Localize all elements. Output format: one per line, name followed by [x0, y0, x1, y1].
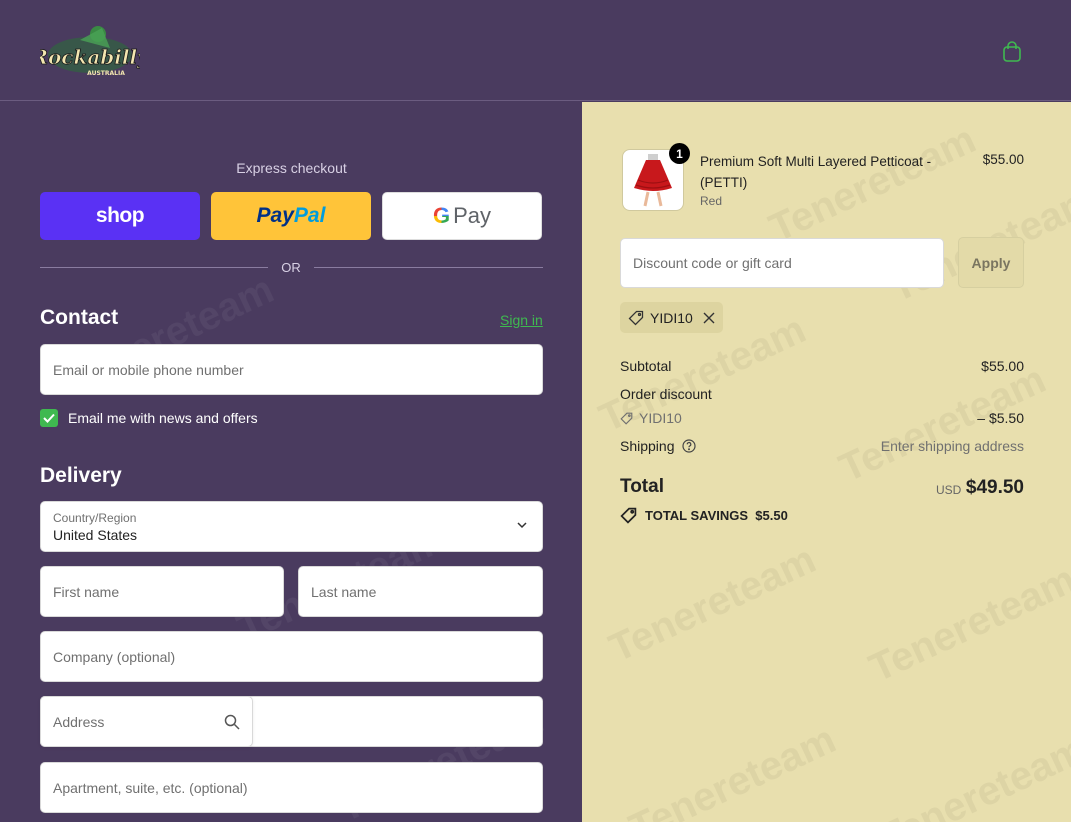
- email-placeholder: Email or mobile phone number: [53, 361, 244, 378]
- first-name-field[interactable]: First name: [40, 566, 284, 617]
- last-name-field[interactable]: Last name: [298, 566, 543, 617]
- total-label: Total: [620, 476, 664, 497]
- total-savings: TOTAL SAVINGS $5.50: [620, 507, 788, 524]
- company-placeholder: Company (optional): [53, 648, 176, 665]
- order-summary: Tenereteam Tenereteam Tenereteam Teneret…: [582, 102, 1071, 822]
- chevron-down-icon: [517, 522, 527, 529]
- contact-title: Contact: [40, 306, 119, 329]
- shipping-row: Shipping: [620, 438, 696, 454]
- shipping-label: Shipping: [620, 438, 675, 454]
- apply-button[interactable]: Apply: [958, 237, 1024, 288]
- search-icon[interactable]: [224, 714, 240, 730]
- close-icon: [703, 312, 715, 323]
- cart-button[interactable]: [998, 38, 1026, 66]
- apartment-field[interactable]: Apartment, suite, etc. (optional): [40, 762, 543, 813]
- company-field[interactable]: Company (optional): [40, 631, 543, 682]
- google-g-icon: G: [432, 203, 451, 228]
- google-pay-button[interactable]: G Pay: [382, 192, 542, 240]
- email-field[interactable]: Email or mobile phone number: [40, 344, 543, 395]
- google-pay-label: Pay: [453, 203, 492, 228]
- divider-left: [40, 267, 268, 268]
- discount-placeholder: Discount code or gift card: [633, 255, 792, 271]
- paypal-button[interactable]: Pay Pal: [211, 192, 371, 240]
- delivery-title: Delivery: [40, 464, 122, 487]
- address-autocomplete[interactable]: Address: [40, 696, 253, 747]
- checkout-form: Tenereteam Tenereteam Tenereteam Express…: [0, 102, 582, 822]
- watermark: Tenereteam: [622, 717, 843, 822]
- svg-text:Rockabilly: Rockabilly: [40, 45, 140, 69]
- newsletter-checkbox-row[interactable]: Email me with news and offers: [40, 409, 258, 427]
- shop-pay-label: shop: [95, 204, 145, 227]
- applied-code-tag: YIDI10: [620, 302, 723, 333]
- order-discount-label: Order discount: [620, 386, 712, 402]
- divider-right: [314, 267, 543, 268]
- tag-icon: [620, 412, 633, 425]
- savings-value: $5.50: [755, 508, 788, 523]
- subtotal-label: Subtotal: [620, 358, 672, 374]
- quantity-badge: 1: [669, 143, 690, 164]
- help-icon[interactable]: [681, 439, 696, 453]
- newsletter-label: Email me with news and offers: [68, 410, 258, 426]
- paypal-pay-text: Pay: [256, 204, 294, 227]
- header: Rockabilly AUSTRALIA: [0, 0, 1071, 101]
- savings-label: TOTAL SAVINGS: [645, 508, 749, 523]
- product-variant: Red: [700, 194, 723, 208]
- or-divider-text: OR: [281, 260, 301, 275]
- product-price: $55.00: [982, 152, 1024, 167]
- watermark: Tenereteam: [602, 537, 823, 671]
- applied-code-text: YIDI10: [650, 309, 693, 326]
- first-name-placeholder: First name: [53, 583, 120, 600]
- shop-pay-button[interactable]: shop: [40, 192, 200, 240]
- product-name: Premium Soft Multi Layered Petticoat - (…: [700, 154, 932, 190]
- newsletter-checkbox[interactable]: [40, 409, 58, 427]
- remove-code-button[interactable]: [703, 312, 715, 324]
- country-value: United States: [53, 527, 138, 543]
- watermark: Tenereteam: [862, 557, 1071, 691]
- paypal-pal-text: Pal: [293, 204, 326, 227]
- country-select[interactable]: Country/Region United States: [40, 501, 543, 552]
- checkmark-icon: [43, 413, 55, 423]
- discount-code-input[interactable]: Discount code or gift card: [620, 238, 944, 288]
- shopping-bag-icon: [1003, 41, 1021, 62]
- total-currency: USD: [936, 483, 962, 497]
- express-checkout-title: Express checkout: [236, 160, 347, 176]
- shipping-value: Enter shipping address: [880, 438, 1024, 454]
- country-label: Country/Region: [53, 511, 137, 525]
- discount-code-text: YIDI10: [639, 410, 682, 426]
- last-name-placeholder: Last name: [311, 583, 377, 600]
- rockabilly-logo[interactable]: Rockabilly AUSTRALIA: [30, 20, 150, 82]
- address-field[interactable]: Address: [40, 696, 543, 747]
- watermark: Tenereteam: [872, 727, 1071, 822]
- sign-in-link[interactable]: Sign in: [500, 312, 543, 328]
- discount-code-row: YIDI10: [620, 410, 682, 426]
- apartment-placeholder: Apartment, suite, etc. (optional): [53, 779, 248, 796]
- tag-icon: [628, 310, 644, 325]
- petticoat-image: [634, 154, 672, 207]
- subtotal-value: $55.00: [981, 358, 1024, 374]
- address-placeholder: Address: [53, 713, 105, 730]
- svg-text:AUSTRALIA: AUSTRALIA: [87, 70, 125, 77]
- savings-tag-icon: [620, 507, 637, 524]
- total-value: $49.50: [965, 477, 1024, 498]
- discount-value: – $5.50: [977, 410, 1024, 426]
